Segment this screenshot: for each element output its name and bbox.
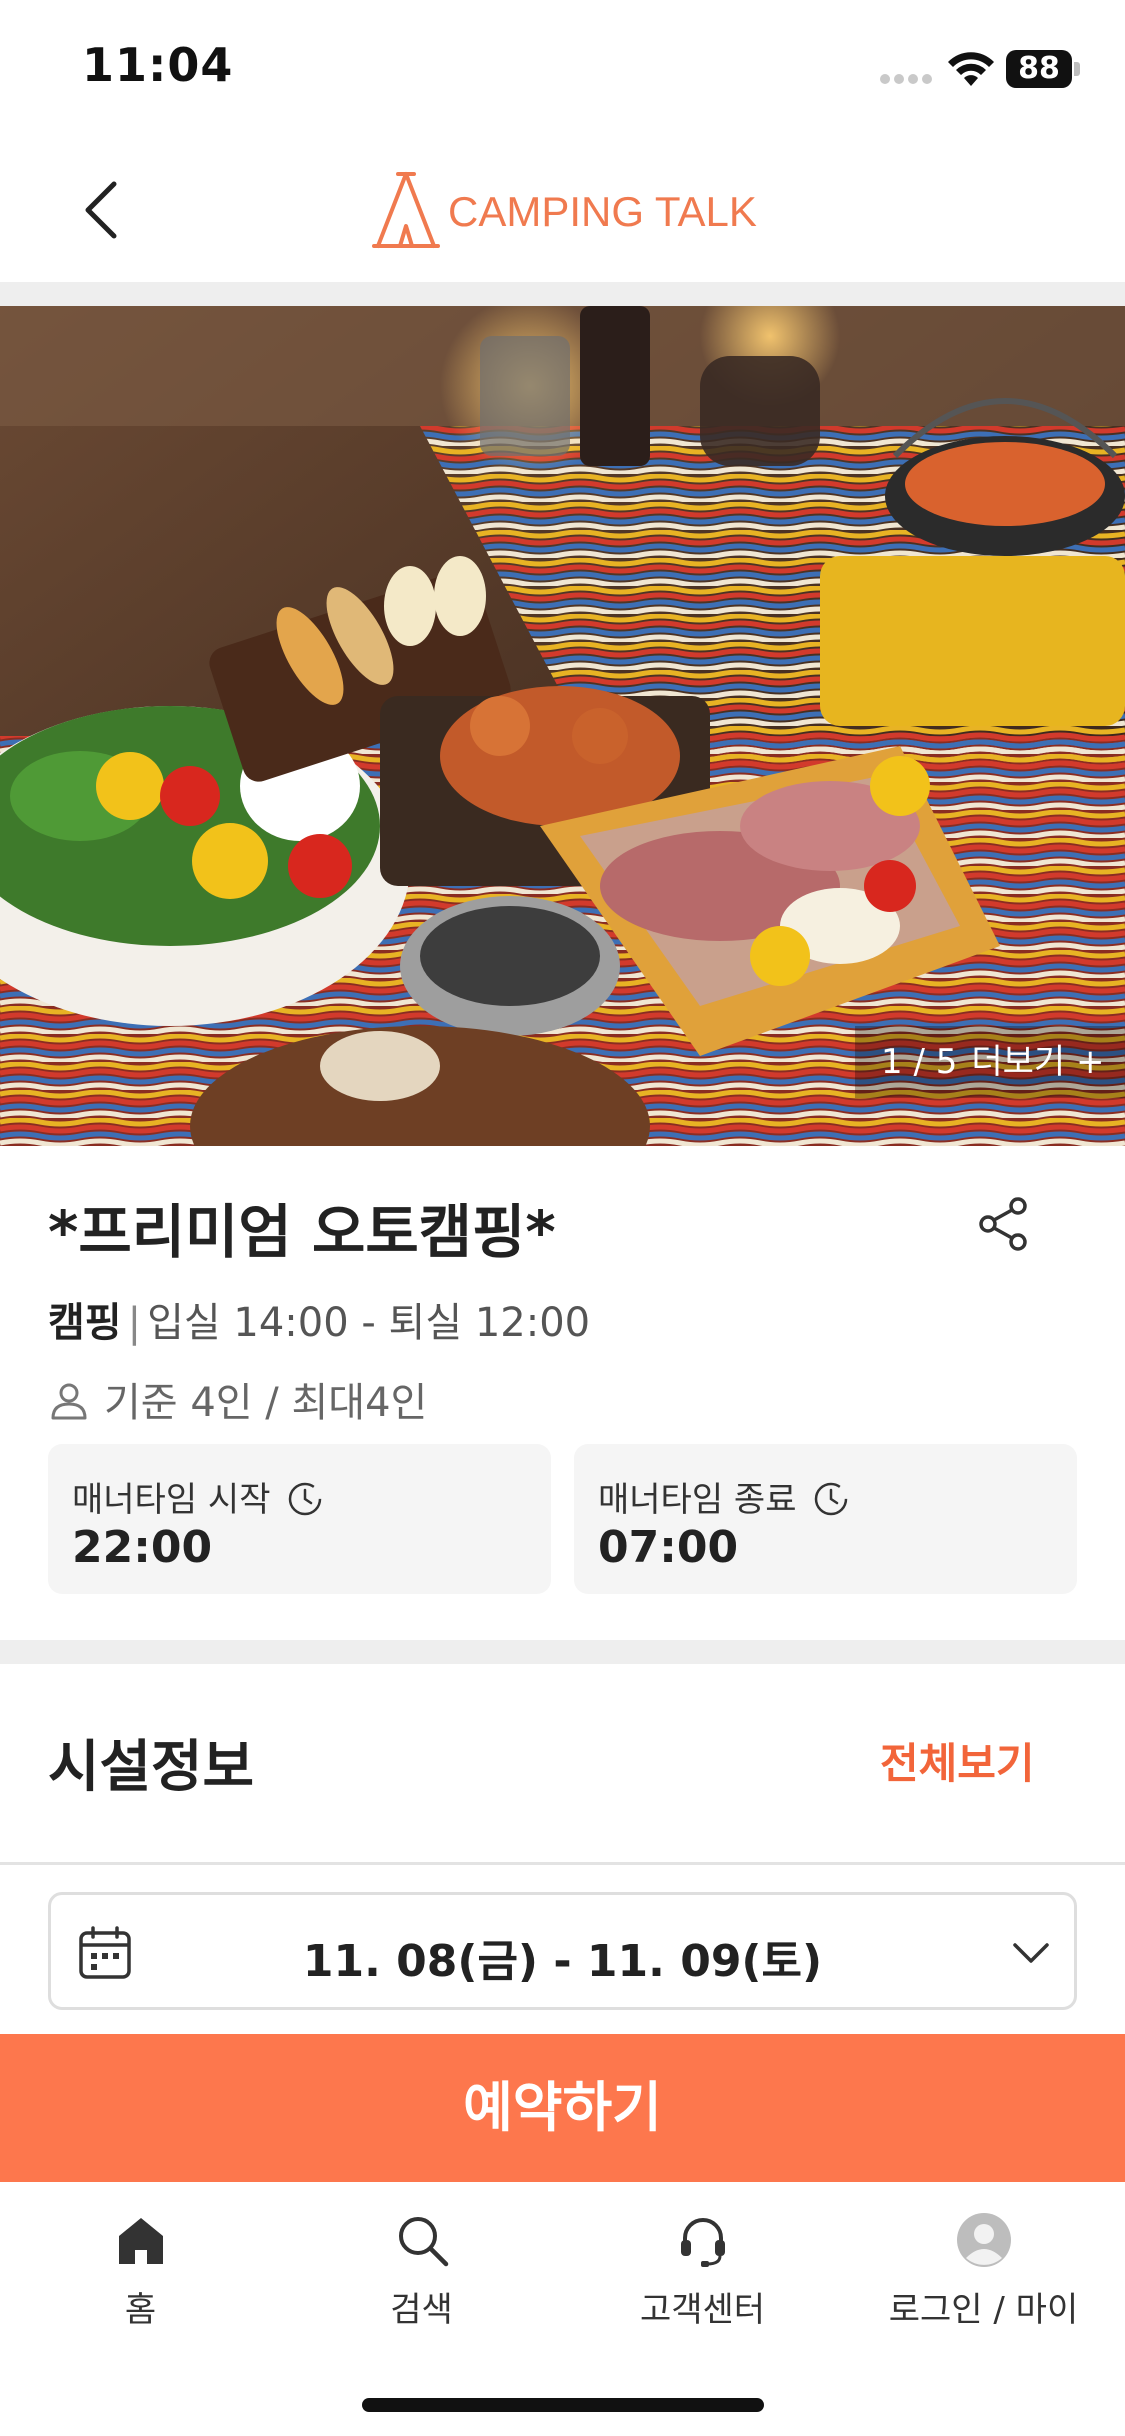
app-header: CAMPING TALK xyxy=(0,140,1125,282)
manner-time-end-card: 매너타임 종료 07:00 xyxy=(574,1444,1077,1594)
share-icon[interactable] xyxy=(976,1196,1032,1252)
home-indicator xyxy=(362,2398,764,2412)
search-icon xyxy=(398,2217,448,2267)
more-photos-link[interactable]: 더보기 + xyxy=(971,1042,1104,1082)
manner-time-start-card: 매너타임 시작 22:00 xyxy=(48,1444,551,1594)
date-range-value: 11. 08(금) - 11. 09(토) xyxy=(302,1936,823,1987)
cellular-signal-icon xyxy=(880,74,934,84)
manner-end-label: 매너타임 종료 xyxy=(598,1480,797,1520)
reserve-button[interactable]: 예약하기 xyxy=(0,2034,1125,2182)
wifi-icon xyxy=(948,52,994,86)
section-divider xyxy=(0,282,1125,306)
status-time: 11:04 xyxy=(82,38,234,92)
battery-icon: 88 xyxy=(1006,50,1080,88)
capacity-text: 기준 4인 / 최대4인 xyxy=(104,1380,428,1426)
clock-icon xyxy=(289,1482,322,1516)
headset-icon xyxy=(680,2218,725,2267)
logo-text: CAMPING TALK xyxy=(448,188,757,235)
back-button[interactable] xyxy=(70,170,134,250)
battery-level: 88 xyxy=(1006,50,1072,88)
photo-counter[interactable]: 1 / 5 더보기 + xyxy=(855,1026,1125,1098)
camping-talk-logo[interactable]: CAMPING TALK xyxy=(370,168,760,258)
capacity-info: 기준 4인 / 최대4인 xyxy=(48,1370,427,1428)
tab-search[interactable]: 검색 xyxy=(281,2212,562,2342)
product-title: *프리미엄 오토캠핑* xyxy=(48,1198,556,1266)
photo-index: 1 / 5 xyxy=(881,1042,958,1082)
tab-login-my-label: 로그인 / 마이 xyxy=(888,2290,1079,2330)
home-icon xyxy=(118,2218,163,2264)
view-all-link[interactable]: 전체보기 xyxy=(880,1730,1035,1791)
clock-icon xyxy=(815,1482,848,1516)
manner-start-time: 22:00 xyxy=(72,1522,213,1573)
status-bar: 11:04 88 xyxy=(0,0,1125,140)
facilities-section-title: 시설정보 xyxy=(48,1735,255,1800)
tab-customer-center-label: 고객센터 xyxy=(639,2290,766,2330)
tab-search-label: 검색 xyxy=(390,2290,453,2330)
avatar-icon xyxy=(956,2213,1011,2267)
date-range-select[interactable]: 11. 08(금) - 11. 09(토) xyxy=(48,1892,1077,2010)
checkin-checkout-time: 입실 14:00 - 퇴실 12:00 xyxy=(147,1300,591,1346)
tab-home[interactable]: 홈 xyxy=(0,2212,281,2342)
camping-bbq-photo xyxy=(0,306,1125,1146)
category-label: 캠핑 xyxy=(48,1300,122,1346)
divider xyxy=(0,1862,1125,1865)
chevron-down-icon xyxy=(1013,1943,1049,1963)
manner-start-label: 매너타임 시작 xyxy=(72,1480,271,1520)
tab-home-label: 홈 xyxy=(124,2290,157,2330)
manner-end-time: 07:00 xyxy=(598,1522,739,1573)
product-photo[interactable] xyxy=(0,306,1125,1146)
checkin-info: 캠핑 | 입실 14:00 - 퇴실 12:00 xyxy=(48,1300,591,1346)
tab-login-my[interactable]: 로그인 / 마이 xyxy=(843,2212,1124,2342)
person-icon xyxy=(51,1383,87,1420)
tab-customer-center[interactable]: 고객센터 xyxy=(562,2212,843,2342)
section-divider xyxy=(0,1640,1125,1664)
tent-logo-icon xyxy=(372,172,440,248)
